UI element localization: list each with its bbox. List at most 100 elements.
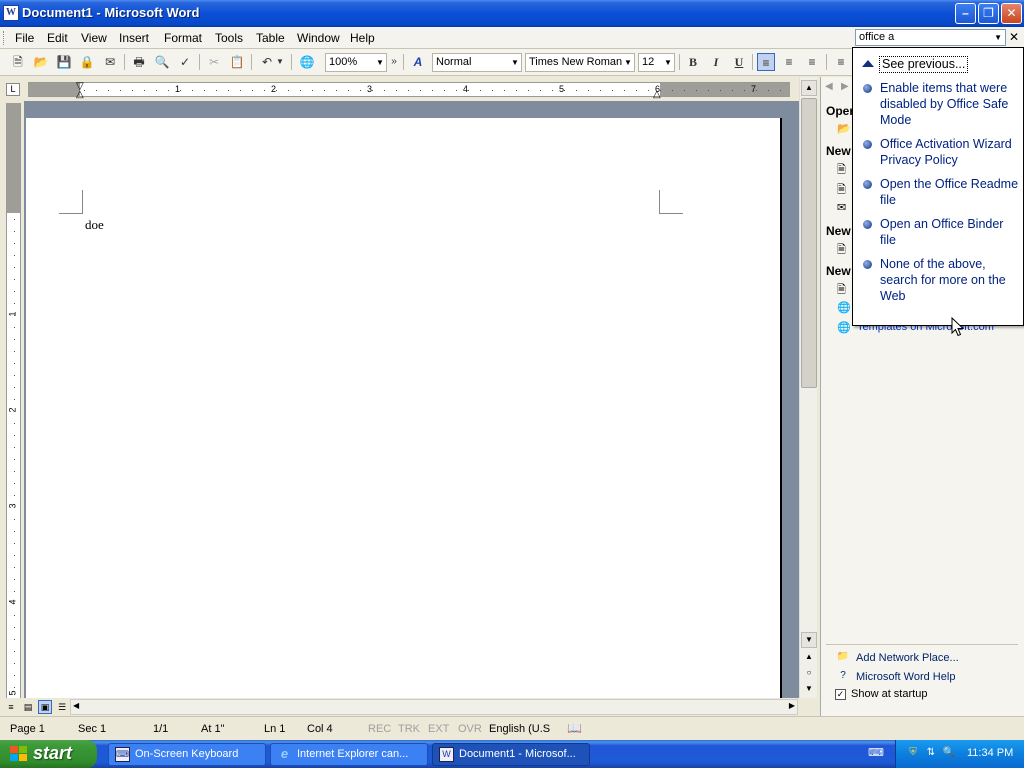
scroll-left-button[interactable]: ◀ [73, 701, 79, 710]
zoom-select[interactable]: 100% ▼ [325, 53, 387, 72]
security-shield-icon[interactable]: ⛨ [906, 746, 920, 760]
add-network-place-link[interactable]: 📁 Add Network Place... [835, 651, 959, 665]
styles-formatting-icon[interactable]: A [409, 53, 427, 71]
status-ovr[interactable]: OVR [458, 723, 482, 735]
vertical-scrollbar[interactable]: ▲ ▼ ▲ ○ ▼ [799, 77, 817, 698]
menu-format[interactable]: Format [164, 31, 202, 45]
bold-button[interactable]: B [684, 53, 702, 71]
blank-document-icon[interactable]: 🗎 [837, 161, 846, 180]
email-message-icon[interactable]: ✉ [837, 201, 846, 214]
forward-arrow-icon[interactable]: ▶ [841, 81, 849, 92]
scroll-thumb[interactable] [801, 98, 817, 388]
scroll-down-button[interactable]: ▼ [801, 632, 817, 648]
taskbar-item-internet-explorer[interactable]: e Internet Explorer can... [270, 743, 428, 766]
word-app-icon[interactable]: W [3, 5, 19, 21]
chevron-down-icon[interactable]: ▼ [375, 54, 385, 71]
align-center-icon[interactable]: ≡ [780, 53, 798, 71]
spelling-icon[interactable]: ✓ [176, 53, 194, 71]
menu-view[interactable]: View [81, 31, 107, 45]
language-bar-icon[interactable]: ⌨ [868, 746, 884, 762]
align-right-icon[interactable]: ≡ [803, 53, 821, 71]
help-search-input[interactable]: office a ▼ [855, 29, 1006, 46]
help-result-item[interactable]: Office Activation Wizard Privacy Policy [880, 136, 1020, 168]
web-page-icon[interactable]: 🗎 [837, 181, 846, 200]
align-left-icon[interactable]: ≡ [757, 53, 775, 71]
folder-icon[interactable]: 📂 [837, 122, 851, 135]
vertical-ruler[interactable]: 1 2 3 4 5 [6, 103, 21, 698]
hanging-indent-marker[interactable]: △ [76, 89, 84, 100]
save-icon[interactable]: 💾 [55, 53, 73, 71]
select-browse-object-button[interactable]: ○ [801, 666, 817, 682]
help-result-item[interactable]: None of the above, search for more on th… [880, 256, 1020, 304]
chevron-down-icon[interactable]: ▼ [994, 30, 1002, 45]
print-preview-icon[interactable]: 🔍 [153, 53, 171, 71]
menu-table[interactable]: Table [256, 31, 285, 45]
next-page-button[interactable]: ▼ [801, 682, 817, 698]
web-layout-icon[interactable]: ▤ [21, 700, 35, 714]
show-at-startup-option[interactable]: ✓ Show at startup [835, 688, 927, 700]
new-document-icon[interactable]: 🗎 [9, 53, 27, 71]
undo-dropdown-icon[interactable]: ▼ [275, 53, 285, 71]
show-at-startup-checkbox[interactable]: ✓ [835, 688, 846, 700]
open-folder-icon[interactable]: 📂 [32, 53, 50, 71]
menu-tools[interactable]: Tools [215, 31, 243, 45]
network-icon[interactable]: ⇅ [924, 746, 938, 760]
chevron-down-icon[interactable]: ▼ [663, 54, 673, 71]
print-icon[interactable]: 🖶 [130, 53, 148, 71]
help-result-item[interactable]: Open the Office Readme file [880, 176, 1020, 208]
print-layout-icon[interactable]: ▣ [38, 700, 52, 714]
restore-button[interactable]: ❐ [978, 3, 999, 24]
clock[interactable]: 11:34 PM [967, 747, 1013, 759]
toolbar-options-icon[interactable]: » [389, 53, 399, 71]
horizontal-ruler[interactable]: 1 2 3 4 5 6 7 ▽ △ △ [28, 81, 790, 100]
previous-page-button[interactable]: ▲ [801, 650, 817, 666]
taskbar-item-onscreen-keyboard[interactable]: ⌨ On-Screen Keyboard [108, 743, 266, 766]
font-size-select[interactable]: 12 ▼ [638, 53, 675, 72]
help-close-icon[interactable]: ✕ [1008, 30, 1020, 44]
document-page[interactable]: doe [26, 118, 782, 698]
web-templates-icon[interactable]: 🌐 [837, 301, 851, 314]
numbering-icon[interactable]: ≡ [832, 53, 850, 71]
back-arrow-icon[interactable]: ◀ [825, 81, 833, 92]
document-text[interactable]: doe [85, 217, 104, 233]
horizontal-scrollbar[interactable]: ◀ ▶ [70, 699, 798, 715]
see-previous-item[interactable]: See previous... [879, 56, 969, 73]
web-globe-icon[interactable]: 🌐 [298, 53, 316, 71]
spelling-status-icon[interactable]: 📖 [567, 721, 582, 735]
scroll-right-button[interactable]: ▶ [789, 701, 795, 710]
menu-help[interactable]: Help [350, 31, 375, 45]
tab-selector[interactable]: L [6, 83, 20, 96]
underline-button[interactable]: U [730, 53, 748, 71]
menu-file[interactable]: File [15, 31, 34, 45]
email-icon[interactable]: ✉ [101, 53, 119, 71]
cut-icon[interactable]: ✂ [205, 53, 223, 71]
general-templates-icon[interactable]: 🗎 [837, 281, 846, 300]
menu-edit[interactable]: Edit [47, 31, 68, 45]
help-result-item[interactable]: Enable items that were disabled by Offic… [880, 80, 1020, 128]
status-rec[interactable]: REC [368, 723, 391, 735]
font-select[interactable]: Times New Roman ▼ [525, 53, 635, 72]
word-help-link[interactable]: ? Microsoft Word Help [835, 670, 955, 684]
style-select[interactable]: Normal ▼ [432, 53, 522, 72]
menu-window[interactable]: Window [297, 31, 340, 45]
normal-view-icon[interactable]: ≡ [4, 700, 18, 714]
chevron-down-icon[interactable]: ▼ [623, 54, 633, 71]
existing-document-icon[interactable]: 🗎 [837, 241, 846, 260]
help-result-item[interactable]: Open an Office Binder file [880, 216, 1020, 248]
minimize-button[interactable]: – [955, 3, 976, 24]
status-trk[interactable]: TRK [398, 723, 420, 735]
menu-insert[interactable]: Insert [119, 31, 149, 45]
search-icon[interactable]: 🔍 [942, 746, 956, 760]
paste-icon[interactable]: 📋 [228, 53, 246, 71]
taskbar-item-word-document[interactable]: W Document1 - Microsof... [432, 743, 590, 766]
outline-view-icon[interactable]: ☰ [55, 700, 69, 714]
chevron-down-icon[interactable]: ▼ [510, 54, 520, 71]
start-button[interactable]: start [0, 740, 97, 768]
scroll-up-button[interactable]: ▲ [801, 80, 817, 96]
undo-icon[interactable]: ↶ [258, 53, 276, 71]
italic-button[interactable]: I [707, 53, 725, 71]
permission-icon[interactable]: 🔒 [78, 53, 96, 71]
menu-grip[interactable] [3, 31, 6, 45]
close-button[interactable]: ✕ [1001, 3, 1022, 24]
status-ext[interactable]: EXT [428, 723, 449, 735]
